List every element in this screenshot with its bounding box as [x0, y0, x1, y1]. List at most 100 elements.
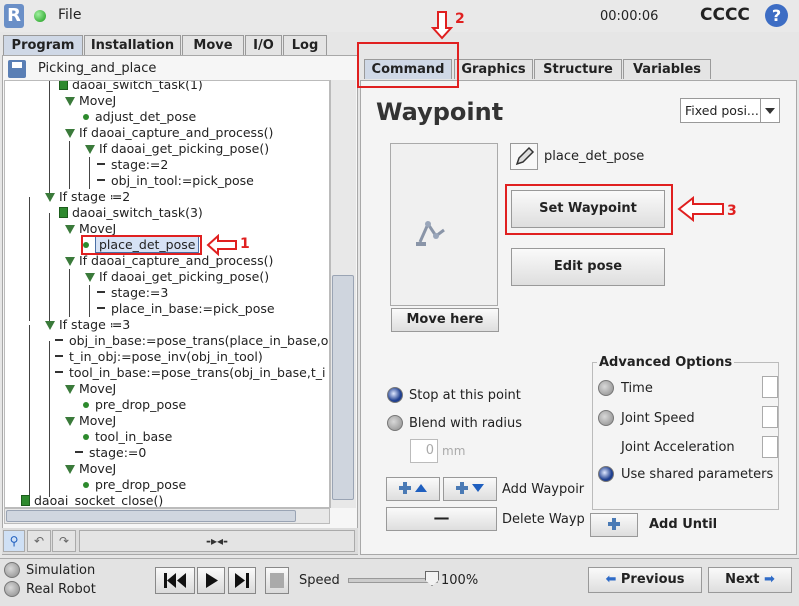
tab-program[interactable]: Program — [3, 35, 83, 55]
tree-node[interactable]: If stage ≔2 — [45, 189, 130, 205]
tree-node[interactable]: daoai_switch_task(3) — [59, 205, 203, 221]
time-radio[interactable] — [598, 380, 614, 396]
robot-name: CCCC — [700, 5, 750, 25]
tree-node[interactable]: adjust_det_pose — [83, 109, 196, 125]
stop-button[interactable] — [265, 567, 289, 594]
tree-node[interactable]: pre_drop_pose — [83, 397, 186, 413]
tree-node[interactable]: daoai_switch_task(1) — [59, 81, 203, 93]
tree-node[interactable]: If stage ≔3 — [45, 317, 130, 333]
annotation-arrow-left-icon — [677, 196, 724, 222]
delete-waypoint-button[interactable]: — — [386, 507, 497, 531]
page-title: Waypoint — [376, 98, 504, 126]
blend-radius-radio[interactable] — [387, 415, 403, 431]
annotation-arrow-left-icon — [206, 234, 237, 256]
add-waypoint-label: Add Waypoir — [502, 482, 585, 497]
stop-at-point-radio[interactable] — [387, 387, 403, 403]
undo-icon[interactable]: ↶ — [27, 530, 51, 552]
tree-node[interactable]: obj_in_tool:=pick_pose — [97, 173, 254, 189]
tree-node[interactable]: pre_drop_pose — [83, 477, 186, 493]
tab-installation[interactable]: Installation — [84, 35, 181, 55]
collapse-triangle-icon[interactable] — [45, 193, 55, 202]
collapse-triangle-icon[interactable] — [45, 321, 55, 330]
collapse-triangle-icon[interactable] — [65, 129, 75, 138]
tree-node[interactable]: tool_in_base:=pose_trans(obj_in_base,t_i — [55, 365, 325, 381]
arrow-right-icon: ➡ — [759, 572, 775, 587]
collapse-triangle-icon[interactable] — [65, 225, 75, 234]
add-until-button[interactable] — [590, 513, 638, 537]
tree-node[interactable]: MoveJ — [65, 461, 116, 477]
shared-params-radio[interactable] — [598, 466, 614, 482]
add-waypoint-before-button[interactable] — [386, 477, 440, 501]
tree-node[interactable]: MoveJ — [65, 93, 116, 109]
search-icon[interactable]: ⚲ — [3, 530, 25, 552]
collapse-triangle-icon[interactable] — [65, 257, 75, 266]
playhead-slider[interactable]: -▸◂- — [79, 530, 355, 552]
tab-graphics[interactable]: Graphics — [454, 59, 533, 79]
rewind-button[interactable] — [155, 567, 195, 594]
tab-log[interactable]: Log — [283, 35, 327, 55]
tree-hscroll-thumb[interactable] — [6, 510, 296, 522]
chevron-down-icon[interactable] — [760, 99, 779, 122]
task-icon — [59, 81, 68, 90]
collapse-triangle-icon[interactable] — [65, 97, 75, 106]
tree-node[interactable]: obj_in_base:=pose_trans(place_in_base,o — [55, 333, 328, 349]
collapse-triangle-icon[interactable] — [65, 385, 75, 394]
tree-node[interactable]: tool_in_base — [83, 429, 172, 445]
next-button[interactable]: Next ➡ — [708, 567, 792, 593]
program-timer: 00:00:06 — [600, 9, 659, 24]
blend-radius-input[interactable]: 0 — [410, 439, 438, 463]
save-icon[interactable] — [8, 60, 26, 78]
tab-move[interactable]: Move — [182, 35, 244, 55]
file-menu[interactable]: File — [58, 7, 81, 23]
tab-structure[interactable]: Structure — [534, 59, 622, 79]
play-icon — [206, 573, 218, 588]
tree-node[interactable]: MoveJ — [65, 381, 116, 397]
speed-slider[interactable] — [348, 578, 438, 583]
tree-node[interactable]: If daoai_capture_and_process() — [65, 125, 273, 141]
rename-button[interactable] — [510, 143, 538, 170]
simulation-radio[interactable] — [4, 562, 20, 578]
joint-speed-radio[interactable] — [598, 410, 614, 426]
edit-pose-button[interactable]: Edit pose — [511, 248, 665, 286]
program-tree: daoai_switch_task(1) MoveJ adjust_det_po… — [4, 80, 330, 508]
redo-icon[interactable]: ↷ — [52, 530, 76, 552]
assign-icon — [55, 355, 63, 357]
plus-icon — [608, 518, 620, 530]
tree-node[interactable]: If daoai_get_picking_pose() — [85, 269, 269, 285]
time-label: Time — [621, 381, 653, 396]
tree-node[interactable]: stage:=3 — [97, 285, 168, 301]
add-before-icon — [399, 482, 427, 494]
top-bar — [0, 0, 799, 32]
collapse-triangle-icon[interactable] — [85, 273, 95, 282]
step-button[interactable] — [228, 567, 256, 594]
real-robot-radio[interactable] — [4, 581, 20, 597]
collapse-triangle-icon[interactable] — [65, 465, 75, 474]
tree-node[interactable]: MoveJ — [65, 413, 116, 429]
tree-node[interactable]: daoai_socket_close() — [21, 493, 163, 507]
move-here-button[interactable]: Move here — [391, 308, 499, 332]
tree-node[interactable]: stage:=2 — [97, 157, 168, 173]
collapse-triangle-icon[interactable] — [65, 417, 75, 426]
collapse-triangle-icon[interactable] — [85, 145, 95, 154]
arrow-left-icon: ⬅ — [605, 572, 621, 587]
tree-node[interactable]: t_in_obj:=pose_inv(obj_in_tool) — [55, 349, 263, 365]
task-icon — [21, 495, 30, 506]
advanced-options-title: Advanced Options — [597, 355, 735, 370]
tree-node[interactable]: place_in_base:=pick_pose — [97, 301, 275, 317]
play-button[interactable] — [197, 567, 225, 594]
joint-speed-input[interactable] — [762, 406, 778, 428]
tab-io[interactable]: I/O — [245, 35, 282, 55]
tab-variables[interactable]: Variables — [623, 59, 711, 79]
tree-node[interactable]: If daoai_get_picking_pose() — [85, 141, 269, 157]
previous-button[interactable]: ⬅ Previous — [588, 567, 702, 593]
assign-icon — [97, 163, 105, 165]
joint-accel-input[interactable] — [762, 436, 778, 458]
tree-node[interactable]: If daoai_capture_and_process() — [65, 253, 273, 269]
time-input[interactable] — [762, 376, 778, 398]
tree-node[interactable]: stage:=0 — [75, 445, 146, 461]
annotation-arrow-down-icon — [431, 11, 453, 40]
tree-scroll-thumb[interactable] — [332, 275, 354, 500]
rewind-icon — [164, 573, 186, 588]
help-icon[interactable]: ? — [765, 4, 788, 27]
add-waypoint-after-button[interactable] — [443, 477, 497, 501]
